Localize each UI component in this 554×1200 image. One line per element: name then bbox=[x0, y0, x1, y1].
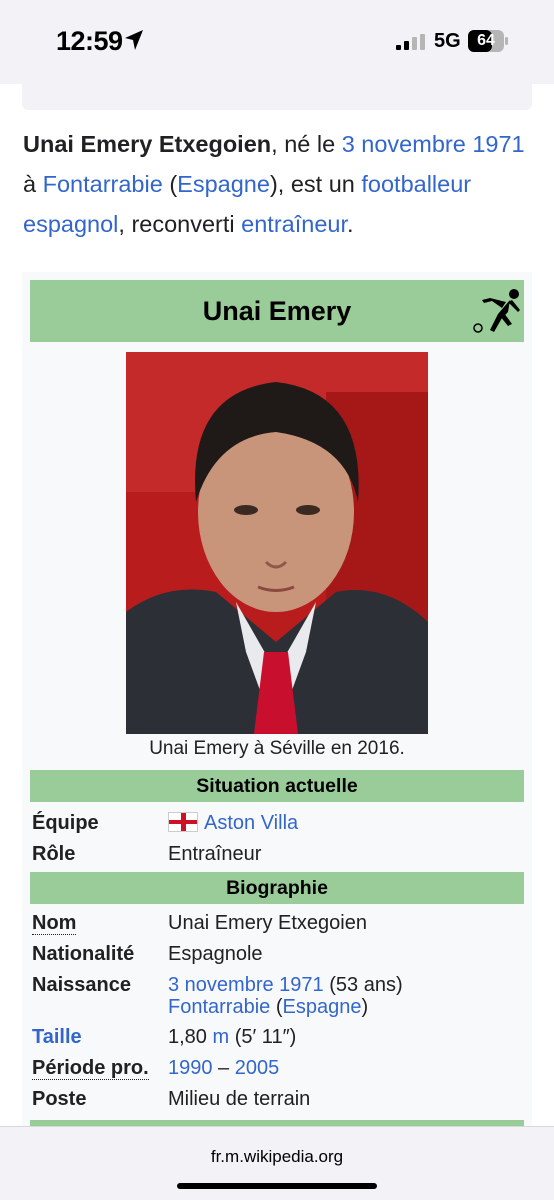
name-value: Unai Emery Etxegoien bbox=[168, 912, 367, 934]
intro-text: , reconverti bbox=[118, 211, 242, 237]
status-bar: 12:59 5G 64 bbox=[0, 0, 554, 84]
period-end-link[interactable]: 2005 bbox=[235, 1057, 280, 1079]
home-indicator[interactable] bbox=[177, 1183, 377, 1189]
position-link[interactable]: Milieu de terrain bbox=[168, 1088, 310, 1111]
section-header-current: Situation actuelle bbox=[30, 770, 524, 802]
battery-level: 64 bbox=[477, 32, 495, 49]
cellular-signal-icon bbox=[396, 34, 425, 50]
location-arrow-icon bbox=[125, 30, 143, 50]
coach-link[interactable]: entraîneur bbox=[241, 211, 347, 237]
birth-age: (53 ans) bbox=[323, 974, 403, 996]
infobox-title: Unai Emery bbox=[202, 296, 352, 326]
height-unit-link[interactable]: m bbox=[212, 1026, 229, 1048]
portrait-photo[interactable] bbox=[126, 352, 428, 734]
role-label: Rôle bbox=[32, 843, 76, 865]
role-link[interactable]: Entraîneur bbox=[168, 843, 261, 866]
url-display[interactable]: fr.m.wikipedia.org bbox=[0, 1147, 554, 1167]
photo-caption: Unai Emery à Séville en 2016. bbox=[149, 738, 405, 759]
birth-label: Naissance bbox=[32, 974, 131, 996]
browser-bottom-bar: fr.m.wikipedia.org bbox=[0, 1126, 554, 1200]
subject-name: Unai Emery Etxegoien bbox=[23, 131, 272, 157]
status-time: 12:59 bbox=[56, 26, 123, 56]
team-value: Aston Villa bbox=[168, 812, 298, 835]
birth-place-row: Fontarrabie (Espagne) bbox=[168, 996, 368, 1019]
period-start-link[interactable]: 1990 bbox=[168, 1057, 213, 1079]
infobox-title-bar: Unai Emery bbox=[30, 280, 524, 342]
country-link[interactable]: Espagne bbox=[177, 171, 270, 197]
intro-text: . bbox=[347, 211, 354, 237]
period-separator: – bbox=[212, 1057, 235, 1079]
infobox: Unai Emery Unai Emery à Séville en 2016.… bbox=[22, 272, 532, 1132]
nationality-label: Nationalité bbox=[32, 943, 135, 965]
height-label-link[interactable]: Taille bbox=[32, 1026, 82, 1049]
nationality-link[interactable]: Espagnole bbox=[168, 943, 263, 966]
name-label[interactable]: Nom bbox=[32, 912, 77, 935]
paren-close: ) bbox=[361, 996, 369, 1018]
birth-date-link[interactable]: 3 novembre 1971 bbox=[342, 131, 525, 157]
section-header-biography: Biographie bbox=[30, 872, 524, 904]
team-label: Équipe bbox=[32, 812, 99, 834]
birth-date-row: 3 novembre 1971 (53 ans) bbox=[168, 974, 403, 997]
team-link[interactable]: Aston Villa bbox=[204, 812, 298, 834]
height-imperial: (5′ 11″) bbox=[229, 1026, 297, 1048]
height-value: 1,80 m (5′ 11″) bbox=[168, 1026, 296, 1049]
england-flag-icon bbox=[168, 812, 198, 832]
intro-text: , né le bbox=[271, 131, 342, 157]
intro-text: ), est un bbox=[269, 171, 362, 197]
football-player-icon bbox=[473, 289, 520, 333]
height-number: 1,80 bbox=[168, 1026, 213, 1048]
birth-country-value-link[interactable]: Espagne bbox=[283, 996, 362, 1018]
period-label[interactable]: Période pro. bbox=[32, 1057, 149, 1080]
network-type: 5G bbox=[434, 30, 461, 52]
birth-date-value-link[interactable]: 3 novembre 1971 bbox=[168, 974, 324, 996]
position-label: Poste bbox=[32, 1088, 87, 1110]
birthplace-link[interactable]: Fontarrabie bbox=[43, 171, 163, 197]
intro-paragraph: Unai Emery Etxegoien, né le 3 novembre 1… bbox=[23, 124, 538, 244]
paren-open: ( bbox=[270, 996, 283, 1018]
top-search-strip bbox=[22, 84, 532, 110]
birth-place-value-link[interactable]: Fontarrabie bbox=[168, 996, 270, 1018]
intro-text: à bbox=[23, 171, 43, 197]
intro-text: ( bbox=[162, 171, 178, 197]
period-value: 1990 – 2005 bbox=[168, 1057, 279, 1080]
